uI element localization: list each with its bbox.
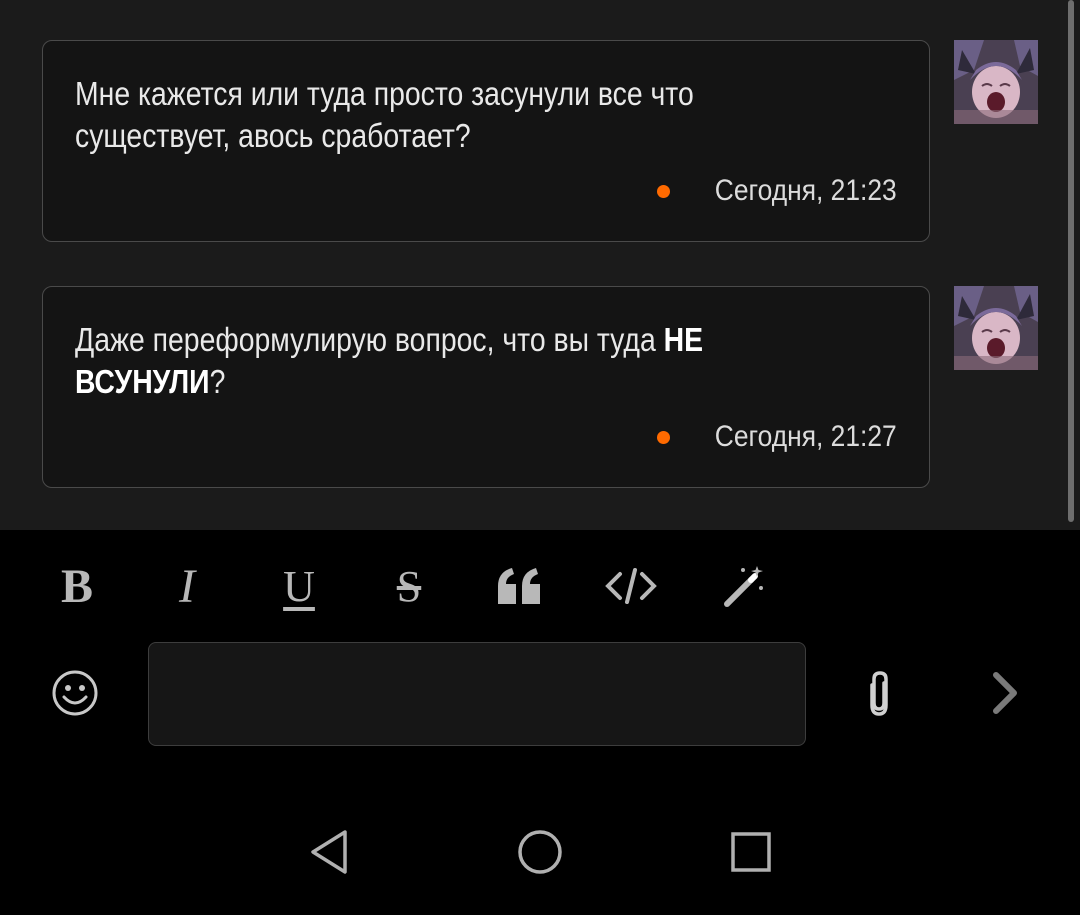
message-bold-text: НЕ <box>663 321 704 358</box>
code-button[interactable] <box>596 548 666 624</box>
recents-button[interactable] <box>706 810 796 894</box>
formatting-toolbar: B I U S <box>0 548 800 624</box>
unread-dot-icon <box>657 430 671 444</box>
underline-button[interactable]: U <box>264 548 334 624</box>
message-text: Даже переформулирую вопрос, что вы туда … <box>75 319 875 403</box>
message-item: Мне кажется или туда просто засунули все… <box>0 40 1080 244</box>
message-timestamp: Сегодня, 21:27 <box>715 420 897 453</box>
triangle-back-icon <box>311 830 347 874</box>
circle-home-icon <box>518 830 562 874</box>
strikethrough-button[interactable]: S <box>374 548 444 624</box>
avatar[interactable] <box>954 40 1038 124</box>
message-meta: Сегодня, 21:27 <box>657 417 897 457</box>
home-button[interactable] <box>495 810 585 894</box>
chevron-right-icon <box>993 672 1017 714</box>
italic-icon: I <box>179 559 195 613</box>
magic-wand-icon <box>724 566 763 607</box>
attach-button[interactable] <box>846 660 912 726</box>
square-recents-icon <box>731 832 771 872</box>
strikethrough-icon: S <box>396 561 422 611</box>
message-text-line: Мне кажется или туда просто засунули все… <box>75 75 694 112</box>
message-meta: Сегодня, 21:23 <box>657 171 897 211</box>
message-item: Даже переформулирую вопрос, что вы туда … <box>0 286 1080 490</box>
magic-wand-button[interactable] <box>708 548 778 624</box>
message-text-line: Даже переформулирую вопрос, что вы туда <box>75 321 664 358</box>
quote-icon <box>498 568 540 604</box>
back-button[interactable] <box>284 810 374 894</box>
composer <box>0 642 1080 748</box>
message-text: Мне кажется или туда просто засунули все… <box>75 73 875 157</box>
italic-button[interactable]: I <box>152 548 222 624</box>
message-bubble[interactable]: Даже переформулирую вопрос, что вы туда … <box>42 286 930 488</box>
message-timestamp: Сегодня, 21:23 <box>715 174 897 207</box>
message-input[interactable] <box>148 642 806 746</box>
bold-icon: B <box>60 559 93 613</box>
smiley-icon <box>52 670 98 716</box>
message-text-line: ? <box>209 363 226 400</box>
quote-button[interactable] <box>484 548 554 624</box>
paperclip-icon <box>870 671 888 716</box>
avatar[interactable] <box>954 286 1038 370</box>
message-bold-text: ВСУНУЛИ <box>75 363 210 400</box>
underline-icon: U <box>283 561 315 611</box>
code-icon <box>605 568 657 604</box>
bold-button[interactable]: B <box>42 548 112 624</box>
message-text-line: существует, авось сработает? <box>75 117 471 154</box>
system-navigation-bar <box>0 790 1080 915</box>
scrollbar[interactable] <box>1068 0 1074 522</box>
message-bubble[interactable]: Мне кажется или туда просто засунули все… <box>42 40 930 242</box>
chat-area[interactable]: Мне кажется или туда просто засунули все… <box>0 0 1080 530</box>
send-button[interactable] <box>972 660 1038 726</box>
unread-dot-icon <box>657 184 671 198</box>
emoji-button[interactable] <box>42 660 108 726</box>
